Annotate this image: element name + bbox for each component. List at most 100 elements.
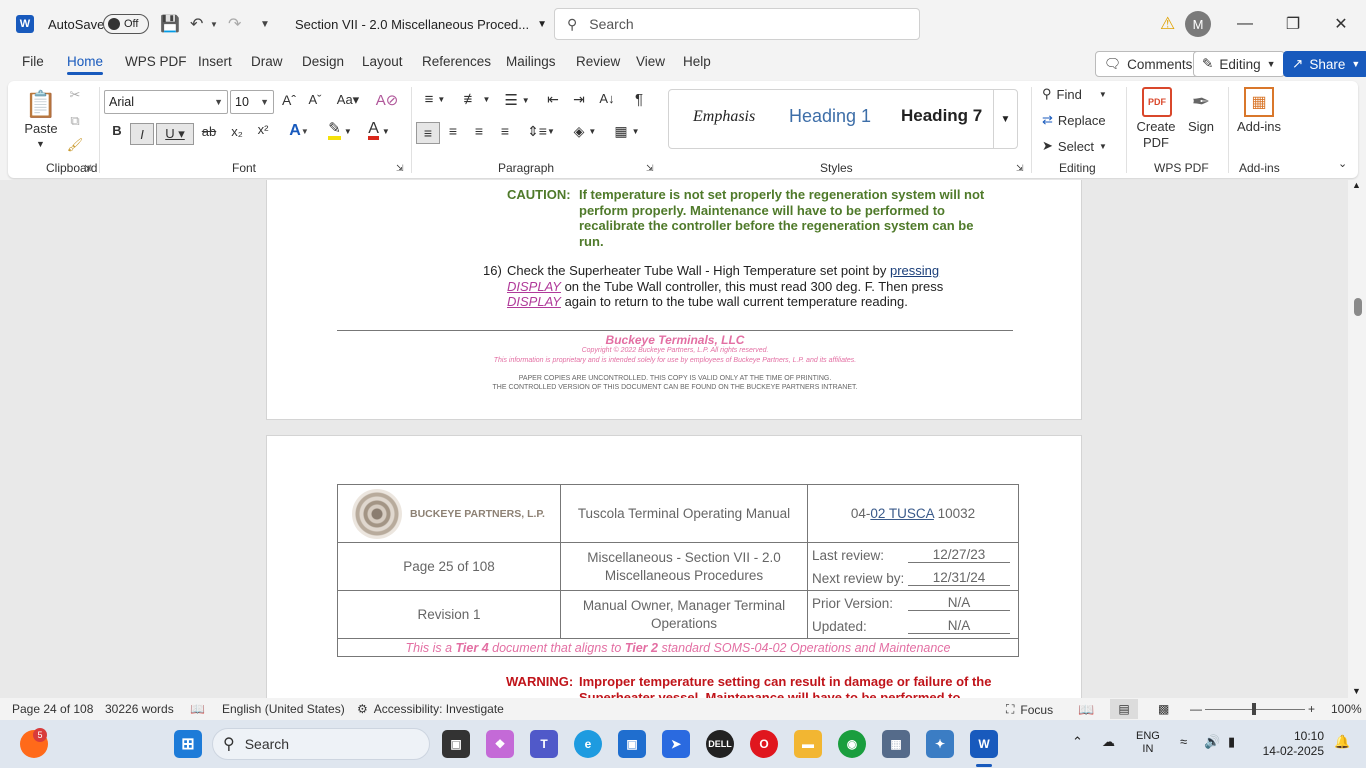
text-effects-icon[interactable]: A ▼ — [284, 122, 314, 140]
avatar[interactable]: M — [1185, 0, 1211, 48]
grow-font-icon[interactable]: Aˆ — [280, 92, 298, 108]
minimize-button[interactable]: — — [1222, 0, 1268, 48]
select-button[interactable]: ➤ Select ▼ — [1042, 138, 1107, 154]
close-button[interactable]: ✕ — [1318, 0, 1364, 48]
strikethrough-icon[interactable]: ab — [200, 124, 218, 139]
network-status-icon[interactable]: ☁ — [1102, 734, 1115, 750]
focus-button[interactable]: ⛶ Focus — [1006, 702, 1053, 717]
customize-toolbar-icon[interactable]: ▼ — [260, 0, 270, 48]
shrink-font-icon[interactable]: Aˇ — [306, 92, 324, 107]
web-layout-icon[interactable]: ▩ — [1158, 702, 1169, 716]
start-icon[interactable]: ⊞ — [174, 730, 202, 758]
document-canvas[interactable]: CAUTION: If temperature is not set prope… — [0, 180, 1348, 698]
collapse-ribbon-icon[interactable]: ⌄ — [1338, 157, 1347, 170]
copy-icon[interactable]: ⧉ — [68, 113, 82, 129]
addins-icon[interactable]: ▦ — [1244, 87, 1274, 117]
tab-review[interactable]: Review — [576, 54, 620, 69]
style-heading-7[interactable]: Heading 7 — [901, 106, 982, 126]
paste-icon[interactable]: 📋 — [25, 87, 57, 121]
notifications-icon[interactable]: 🔔 — [1334, 734, 1350, 750]
style-heading-1[interactable]: Heading 1 — [789, 106, 871, 127]
opera-icon[interactable]: O — [750, 730, 778, 758]
language[interactable]: English (United States) — [222, 702, 345, 716]
clock[interactable]: 10:10 14-02-2025 — [1260, 729, 1324, 759]
increase-indent-icon[interactable]: ⇥ — [570, 91, 588, 108]
font-launcher-icon[interactable]: ⇲ — [396, 163, 404, 174]
share-button[interactable]: ↗ Share ▼ — [1283, 51, 1366, 77]
clear-formatting-icon[interactable]: A⊘ — [376, 91, 399, 109]
zoom-in-icon[interactable]: + — [1308, 702, 1315, 716]
read-mode-icon[interactable]: 📖 — [1078, 702, 1094, 718]
tab-references[interactable]: References — [422, 54, 491, 69]
sort-icon[interactable]: A↓ — [598, 91, 616, 106]
sign-icon[interactable]: ✒ — [1186, 87, 1216, 117]
zoom-level[interactable]: 100% — [1331, 702, 1362, 716]
borders-icon[interactable]: ▦ ▼ — [612, 123, 642, 140]
show-formatting-marks-icon[interactable]: ¶ — [630, 91, 648, 108]
undo-icon[interactable]: ↶ — [190, 0, 203, 48]
font-color-icon[interactable]: A ▼ — [364, 121, 394, 140]
store-icon[interactable]: ▣ — [618, 730, 646, 758]
editing-mode-button[interactable]: ✎ Editing ▼ — [1193, 51, 1285, 77]
chevron-down-icon[interactable]: ▼ — [36, 139, 45, 149]
comments-button[interactable]: 🗨 Comments — [1095, 51, 1202, 77]
dell-icon[interactable]: DELL — [706, 730, 734, 758]
tab-design[interactable]: Design — [302, 54, 344, 69]
page-count[interactable]: Page 24 of 108 — [12, 702, 93, 716]
chrome-icon[interactable]: ◉ — [838, 730, 866, 758]
battery-icon[interactable]: ▮ — [1228, 734, 1235, 750]
font-name-combo[interactable]: Arial ▼ — [104, 90, 228, 114]
subscript-icon[interactable]: x₂ — [228, 124, 246, 139]
tab-draw[interactable]: Draw — [251, 54, 283, 69]
create-pdf-icon[interactable]: PDF — [1142, 87, 1172, 117]
word-taskbar-icon[interactable]: W — [970, 730, 998, 758]
app-icon[interactable]: ✦ — [926, 730, 954, 758]
align-center-icon[interactable]: ≡ — [444, 123, 462, 139]
wifi-icon[interactable]: ≈ — [1180, 734, 1187, 749]
superscript-icon[interactable]: x² — [254, 122, 272, 137]
tab-view[interactable]: View — [636, 54, 665, 69]
word-count[interactable]: 30226 words — [105, 702, 174, 716]
format-painter-icon[interactable]: 🖌 — [67, 137, 84, 153]
tab-home[interactable]: Home — [67, 54, 104, 75]
numbering-icon[interactable]: ≢ ▼ — [460, 91, 494, 108]
replace-button[interactable]: ⇄ Replace — [1042, 112, 1106, 128]
change-case-icon[interactable]: Aa▾ — [334, 92, 362, 108]
bold-icon[interactable]: B — [108, 123, 126, 138]
print-layout-icon[interactable]: ▤ — [1110, 699, 1138, 719]
restore-button[interactable]: ❐ — [1270, 0, 1316, 48]
bullets-icon[interactable]: ≡ ▼ — [418, 91, 452, 108]
addins-button[interactable]: Add-ins — [1234, 119, 1284, 135]
teams-icon[interactable]: T — [530, 730, 558, 758]
save-icon[interactable]: 💾 — [160, 0, 180, 48]
highlight-icon[interactable]: ✎ ▼ — [324, 121, 356, 140]
tab-mailings[interactable]: Mailings — [506, 54, 556, 69]
italic-icon[interactable]: I — [130, 123, 154, 145]
find-button[interactable]: ⚲ Find ▼ — [1042, 86, 1107, 102]
redo-icon[interactable]: ↷ — [228, 0, 241, 48]
create-pdf-button[interactable]: Create PDF — [1132, 119, 1180, 151]
tab-help[interactable]: Help — [683, 54, 711, 69]
underline-icon[interactable]: U ▾ — [156, 123, 194, 145]
paragraph-launcher-icon[interactable]: ⇲ — [646, 163, 654, 174]
zoom-slider-thumb[interactable] — [1252, 703, 1256, 715]
document-title[interactable]: Section VII - 2.0 Miscellaneous Proced..… — [295, 0, 547, 48]
font-size-combo[interactable]: 10 ▼ — [230, 90, 274, 114]
paste-button[interactable]: Paste — [24, 121, 58, 137]
edge-icon[interactable]: e — [574, 730, 602, 758]
decrease-indent-icon[interactable]: ⇤ — [544, 91, 562, 108]
chevron-up-icon[interactable]: ⌃ — [1072, 734, 1083, 750]
clipboard-launcher-icon[interactable]: ⇲ — [84, 163, 92, 174]
input-language[interactable]: ENG IN — [1136, 730, 1160, 756]
search-input[interactable]: ⚲ Search — [554, 8, 920, 40]
cut-icon[interactable]: ✂ — [68, 87, 82, 103]
proofing-icon[interactable]: 📖 — [190, 702, 205, 716]
tab-insert[interactable]: Insert — [198, 54, 232, 69]
copilot-icon[interactable]: ❖ — [486, 730, 514, 758]
task-view-icon[interactable]: ▣ — [442, 730, 470, 758]
volume-icon[interactable]: 🔊 — [1204, 734, 1220, 750]
scrollbar-thumb[interactable] — [1354, 298, 1362, 316]
tab-wps-pdf[interactable]: WPS PDF — [125, 54, 187, 69]
tab-file[interactable]: File — [22, 54, 44, 69]
line-spacing-icon[interactable]: ⇕≡ ▼ — [526, 123, 556, 140]
